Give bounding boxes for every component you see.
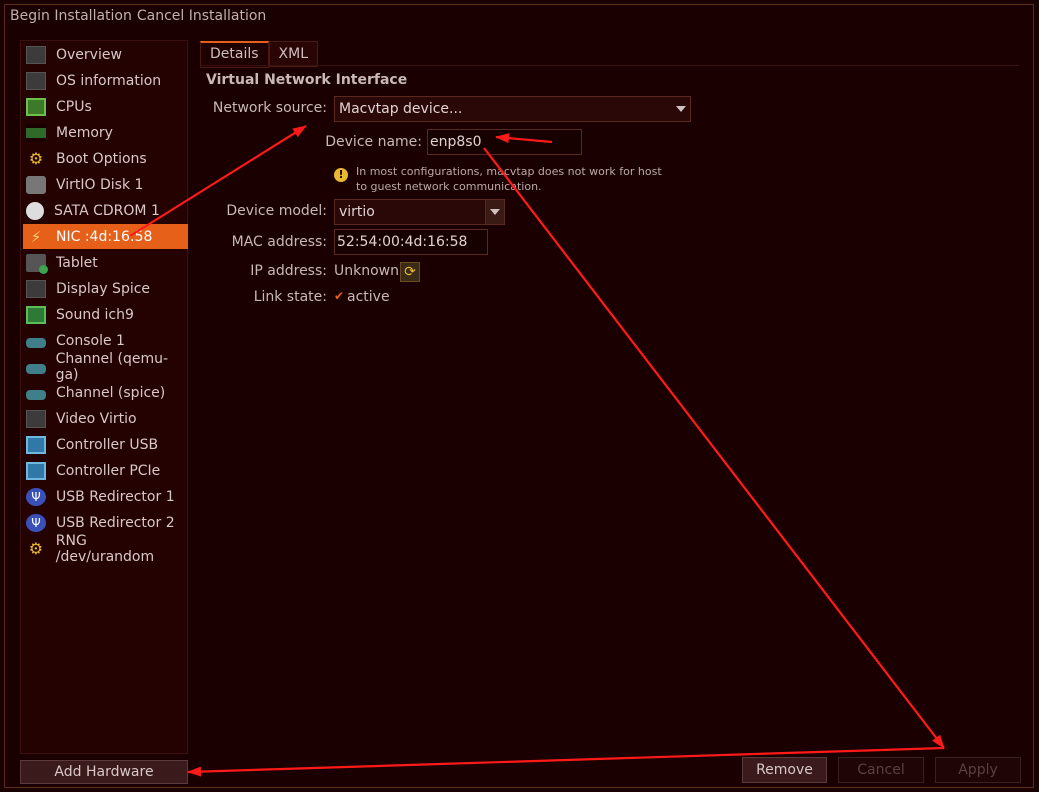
arrow-to-device-name (495, 133, 553, 144)
arrow-nic-to-network-source (129, 125, 307, 237)
arrow-apply-to-add-hardware (187, 746, 945, 777)
arrow-device-name-to-apply (483, 147, 945, 749)
annotation-arrows (129, 125, 945, 777)
